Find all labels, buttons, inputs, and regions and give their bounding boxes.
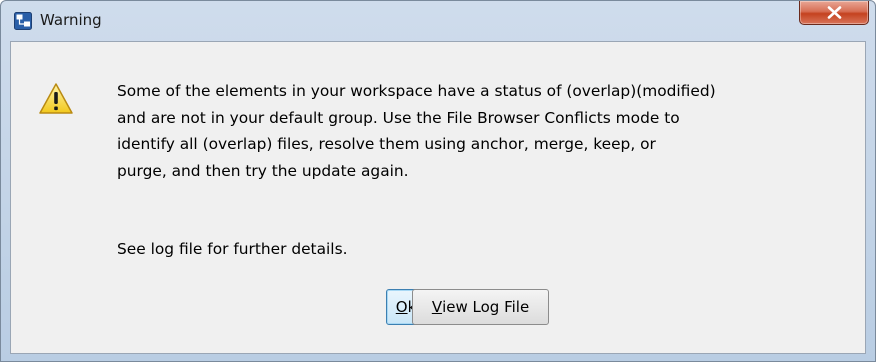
- details-text: See log file for further details.: [117, 240, 348, 258]
- dialog-content: Some of the elements in your workspace h…: [10, 41, 866, 354]
- view-log-file-button[interactable]: View Log File: [412, 289, 549, 325]
- message-line: and are not in your default group. Use t…: [117, 108, 680, 127]
- close-button[interactable]: [799, 1, 869, 25]
- close-icon: [827, 6, 842, 19]
- warning-dialog: Warning Some of the elements in your wor…: [0, 0, 876, 362]
- ok-mnemonic: O: [395, 298, 408, 316]
- view-log-mnemonic: V: [431, 298, 443, 316]
- message-line: Some of the elements in your workspace h…: [117, 82, 716, 100]
- app-window-icon: [14, 12, 32, 30]
- title-bar[interactable]: Warning: [1, 1, 875, 41]
- message-line: purge, and then try the update again.: [117, 161, 409, 180]
- window-title: Warning: [40, 11, 102, 29]
- warning-triangle-icon: [39, 83, 73, 114]
- message-line: identify all (overlap) files, resolve th…: [117, 135, 656, 154]
- view-log-label: iew Log File: [442, 298, 530, 316]
- warning-message: Some of the elements in your workspace h…: [117, 78, 847, 184]
